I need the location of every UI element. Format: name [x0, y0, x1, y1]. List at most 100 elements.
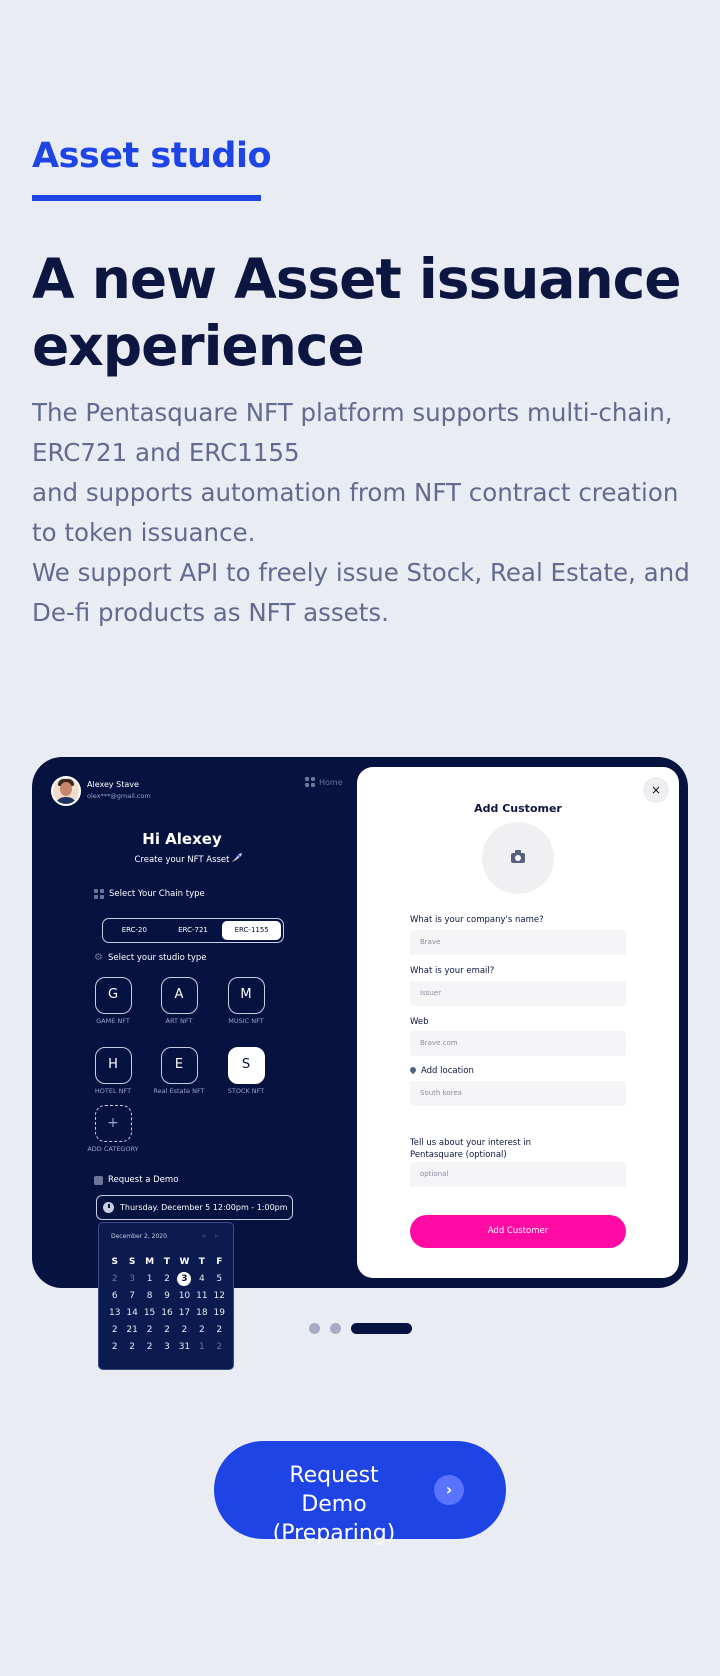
carousel-dot[interactable]: [309, 1323, 320, 1334]
description-line: We support API to freely issue Stock, Re…: [32, 558, 690, 627]
demo-section-label: Request a Demo: [94, 1175, 178, 1185]
carousel-dot-active[interactable]: [351, 1323, 412, 1334]
calendar-day[interactable]: 1: [193, 1340, 210, 1354]
carousel-dot[interactable]: [330, 1323, 341, 1334]
calendar-day[interactable]: 19: [211, 1306, 228, 1320]
add-customer-modal: × Add Customer What is your company's na…: [357, 767, 679, 1278]
web-input[interactable]: Brave.com: [410, 1031, 626, 1056]
email-input[interactable]: Issuer: [410, 981, 626, 1006]
close-icon[interactable]: ×: [643, 777, 669, 803]
calendar-icon: [94, 1175, 103, 1185]
home-link[interactable]: Home: [305, 777, 343, 787]
chain-option-erc1155[interactable]: ERC-1155: [222, 921, 282, 940]
calendar-weekday: M: [145, 1257, 155, 1267]
photo-upload[interactable]: [482, 822, 554, 894]
avatar[interactable]: [51, 776, 81, 806]
calendar-day[interactable]: 2: [193, 1323, 210, 1337]
chain-option-erc721[interactable]: ERC-721: [164, 921, 223, 940]
calendar-nav-arrows[interactable]: ◃ ▹: [202, 1232, 223, 1240]
studio-type-art[interactable]: A ART NFT: [149, 977, 209, 1025]
company-name-label: What is your company's name?: [410, 915, 544, 925]
calendar-day[interactable]: 13: [106, 1306, 123, 1320]
carousel-indicator: [309, 1323, 412, 1334]
calendar-weekday: S: [111, 1257, 118, 1267]
section-eyebrow: Asset studio: [32, 136, 271, 176]
calendar-day[interactable]: 31: [176, 1340, 193, 1354]
grid-icon: [94, 889, 104, 899]
studio-type-stock[interactable]: S STOCK NFT: [216, 1047, 276, 1095]
calendar-day[interactable]: 21: [123, 1323, 140, 1337]
calendar-day[interactable]: 18: [193, 1306, 210, 1320]
calendar-day[interactable]: 10: [176, 1289, 193, 1303]
chain-type-selector: ERC-20 ERC-721 ERC-1155: [102, 918, 284, 943]
home-label: Home: [319, 777, 343, 787]
studio-type-hotel[interactable]: H HOTEL NFT: [83, 1047, 143, 1095]
studio-type-music[interactable]: M MUSIC NFT: [216, 977, 276, 1025]
calendar-day[interactable]: 14: [123, 1306, 140, 1320]
calendar-day[interactable]: 4: [193, 1272, 210, 1286]
calendar-day[interactable]: 5: [211, 1272, 228, 1286]
interest-label: Tell us about your interest in Pentasqua…: [410, 1138, 532, 1160]
location-input[interactable]: South korea: [410, 1081, 626, 1106]
calendar-weekday: F: [216, 1257, 223, 1267]
headline: A new Asset issuance experience: [32, 247, 682, 378]
modal-title: Add Customer: [474, 802, 562, 815]
calendar-weekday: T: [163, 1257, 171, 1267]
location-label: Add location: [408, 1065, 474, 1076]
interest-input[interactable]: optional: [410, 1162, 626, 1187]
calendar-day[interactable]: 12: [211, 1289, 228, 1303]
studio-section-label: ⚙ Select your studio type: [94, 952, 207, 963]
email-label: What is your email?: [410, 966, 495, 976]
demo-datetime-field[interactable]: Thursday. December 5 12:00pm - 1:00pm: [96, 1195, 293, 1220]
calendar-weekday: T: [198, 1257, 205, 1267]
calendar-day[interactable]: 15: [141, 1306, 158, 1320]
calendar-day[interactable]: 2: [106, 1340, 123, 1354]
web-label: Web: [410, 1017, 429, 1027]
chain-option-erc20[interactable]: ERC-20: [105, 921, 164, 940]
calendar-day[interactable]: 2: [106, 1323, 123, 1337]
chevron-right-icon: ›: [434, 1475, 464, 1505]
calendar-day[interactable]: 2: [211, 1340, 228, 1354]
calendar-day[interactable]: 9: [158, 1289, 175, 1303]
studio-type-game[interactable]: G GAME NFT: [83, 977, 143, 1025]
company-name-input[interactable]: Brave: [410, 930, 626, 955]
calendar-weekday: S: [128, 1257, 136, 1267]
greeting: Hi Alexey: [142, 830, 222, 848]
calendar-day[interactable]: 11: [193, 1289, 210, 1303]
calendar-day[interactable]: 2: [158, 1272, 175, 1286]
eyebrow-underline: [32, 195, 261, 201]
plus-icon: +: [94, 1105, 132, 1142]
product-mockup: Alexey Stave olex***@gmail.com Home Hi A…: [32, 757, 688, 1370]
gear-icon: ⚙: [94, 952, 103, 963]
calendar-day[interactable]: 2: [106, 1272, 123, 1286]
calendar-day[interactable]: 2: [158, 1323, 175, 1337]
description-line: and supports automation from NFT contrac…: [32, 478, 679, 547]
calendar-day[interactable]: 8: [141, 1289, 158, 1303]
calendar-day[interactable]: 16: [158, 1306, 175, 1320]
calendar-day[interactable]: 7: [123, 1289, 140, 1303]
add-customer-button[interactable]: Add Customer: [410, 1215, 626, 1248]
calendar-grid: S S M T W T F 2 3 1 2 3 4 5 6 7 8 9 10 11 12 13 14 15 16 17 18 19 2 2…: [106, 1255, 228, 1354]
calendar-month: December 2, 2020: [111, 1233, 167, 1240]
dashboard-panel: Alexey Stave olex***@gmail.com Home Hi A…: [32, 757, 357, 1370]
calendar-day[interactable]: 3: [158, 1340, 175, 1354]
grid-icon: [305, 777, 315, 787]
location-pin-icon: [408, 1065, 418, 1075]
studio-type-real-estate[interactable]: E Real Estate NFT: [149, 1047, 209, 1095]
request-demo-label: Request Demo (Preparing): [272, 1463, 396, 1546]
request-demo-button[interactable]: Request Demo (Preparing) ›: [214, 1441, 506, 1546]
calendar-day[interactable]: 6: [106, 1289, 123, 1303]
add-category-button[interactable]: + ADD CATEGORY: [83, 1105, 143, 1153]
calendar-day[interactable]: 2: [141, 1323, 158, 1337]
calendar-day[interactable]: 2: [176, 1323, 193, 1337]
calendar-day-selected[interactable]: 3: [177, 1272, 192, 1286]
calendar-day[interactable]: 1: [141, 1272, 158, 1286]
calendar-day[interactable]: 2: [211, 1323, 228, 1337]
rocket-icon: [232, 853, 242, 862]
calendar-weekday: W: [179, 1257, 190, 1267]
calendar-day[interactable]: 3: [123, 1272, 140, 1286]
calendar-day[interactable]: 17: [176, 1306, 193, 1320]
calendar-day[interactable]: 2: [123, 1340, 140, 1354]
chain-section-label: Select Your Chain type: [94, 889, 205, 899]
calendar-day[interactable]: 2: [141, 1340, 158, 1354]
